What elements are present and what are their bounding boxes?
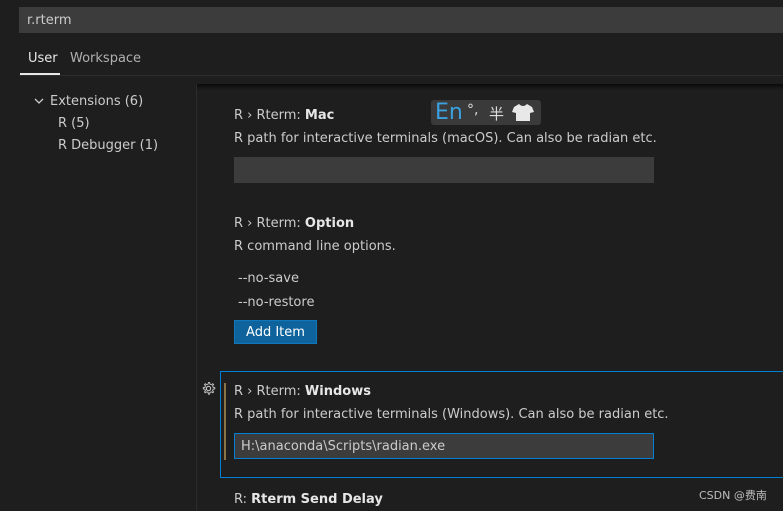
active-tab-indicator [20,73,60,75]
setting-title-option: R › Rterm: Option [234,216,354,231]
tree-item-r-debugger[interactable]: R Debugger (1) [58,138,158,153]
option-list-item[interactable]: --no-restore [238,295,314,310]
scroll-shadow [197,84,783,90]
tree-item-extensions[interactable]: Extensions (6) [50,94,143,109]
tab-workspace[interactable]: Workspace [70,51,141,66]
setting-name: Windows [304,384,371,399]
setting-prefix: R: [234,492,252,507]
rterm-mac-input[interactable] [234,157,654,183]
setting-prefix: R › Rterm: [234,384,305,399]
ime-indicator[interactable]: En °, 半 [431,100,541,125]
ime-width-label: 半 [489,105,505,123]
tshirt-skin-icon [512,104,534,121]
modified-indicator [224,383,226,460]
tab-user[interactable]: User [28,51,58,66]
setting-prefix: R › Rterm: [234,108,305,123]
chevron-down-icon[interactable] [33,95,45,107]
setting-description-windows: R path for interactive terminals (Window… [234,407,669,422]
ime-punctuation-label: °, [467,102,479,118]
settings-search-input[interactable] [20,8,783,32]
ime-language-label: En [435,100,463,125]
setting-title-windows: R › Rterm: Windows [234,384,371,399]
settings-scope-tabs: User Workspace [19,44,783,76]
setting-name: Mac [304,108,335,123]
setting-title-mac: R › Rterm: Mac [234,108,334,123]
setting-name: Rterm Send Delay [251,492,383,507]
setting-title-send-delay: R: Rterm Send Delay [234,492,383,507]
panel-divider [196,84,197,511]
option-list-item[interactable]: --no-save [238,271,299,286]
settings-search-box[interactable] [19,7,783,33]
gear-icon[interactable] [201,381,216,396]
tree-item-r[interactable]: R (5) [58,116,90,131]
rterm-windows-input[interactable] [234,433,654,459]
setting-name: Option [304,216,355,231]
setting-description-mac: R path for interactive terminals (macOS)… [234,131,657,146]
add-item-button[interactable]: Add Item [234,320,317,344]
setting-prefix: R › Rterm: [234,216,305,231]
setting-description-option: R command line options. [234,239,396,254]
watermark: CSDN @费南 [699,489,767,502]
